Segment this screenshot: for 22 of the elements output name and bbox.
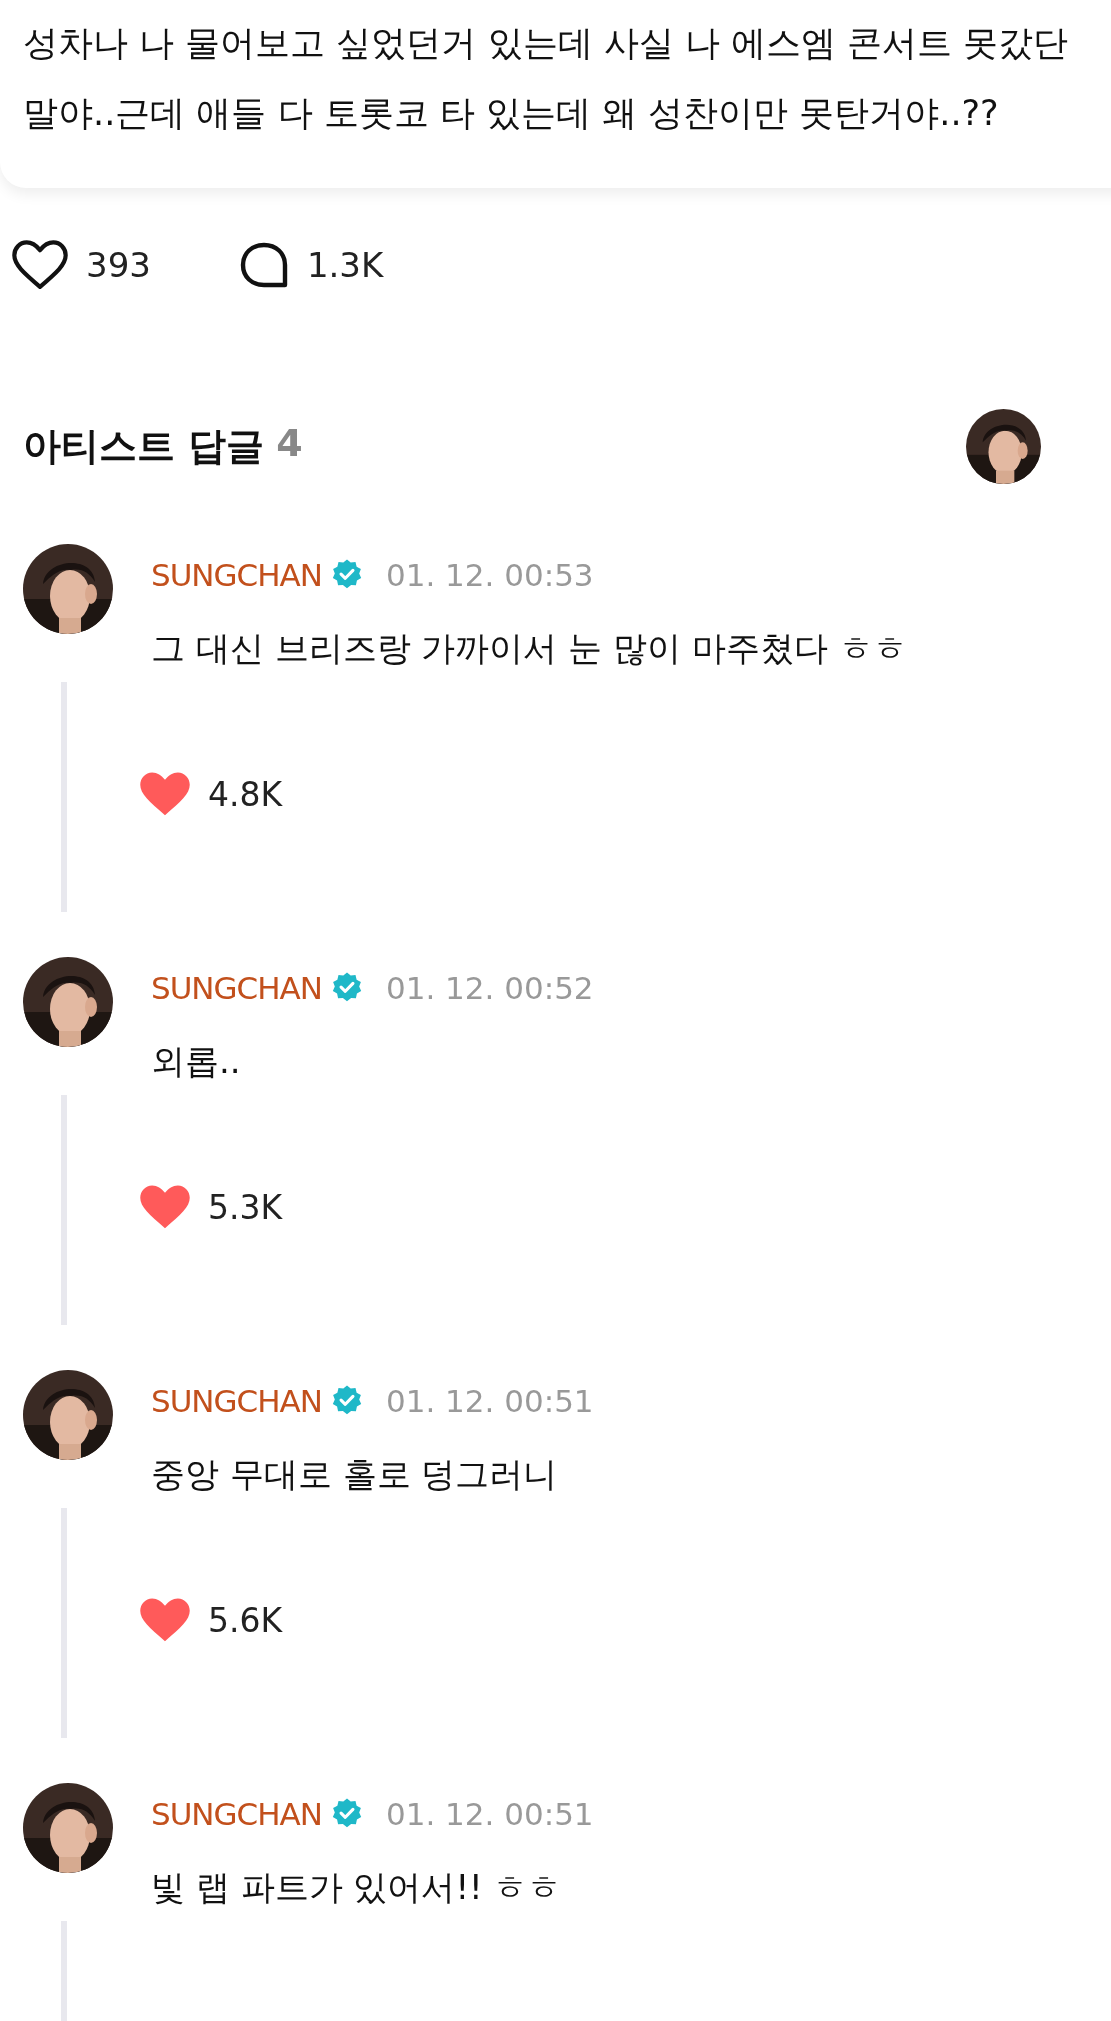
like-count: 5.6K <box>208 1600 283 1640</box>
reply-text: 그 대신 브리즈랑 가까이서 눈 많이 마주쳤다 ㅎㅎ <box>151 627 908 671</box>
reply-text: 빛 랩 파트가 있어서!! ㅎㅎ <box>151 1866 563 1910</box>
timestamp: 01. 12. 00:52 <box>385 970 594 1007</box>
timestamp: 01. 12. 00:53 <box>385 557 594 594</box>
author-name[interactable]: SUNGCHAN <box>151 970 322 1007</box>
comment-count: 1.3K <box>306 244 384 285</box>
like-count: 393 <box>86 244 151 285</box>
like-count: 5.3K <box>208 1187 283 1227</box>
section-title: 아티스트 답글 <box>23 423 265 471</box>
author-name[interactable]: SUNGCHAN <box>151 557 322 594</box>
post-text: 성차나 나 물어보고 싶었던거 있는데 사실 나 에스엠 콘서트 못갔단 말야..근데 애들 다 토롯코 타 있는데 왜 성찬이만 못탄거야..?? <box>23 22 1070 135</box>
author-name[interactable]: SUNGCHAN <box>151 1383 322 1420</box>
timestamp: 01. 12. 00:51 <box>385 1796 594 1833</box>
reply-text: 중앙 무대로 홀로 덩그러니 <box>151 1453 559 1497</box>
timestamp: 01. 12. 00:51 <box>385 1383 594 1420</box>
comment-icon[interactable] <box>238 240 289 289</box>
reply-text: 외롭.. <box>151 1040 242 1084</box>
author-name[interactable]: SUNGCHAN <box>151 1796 322 1833</box>
reply-count: 4 <box>276 421 303 468</box>
like-count: 4.8K <box>208 774 283 814</box>
heart-icon[interactable] <box>12 240 68 290</box>
